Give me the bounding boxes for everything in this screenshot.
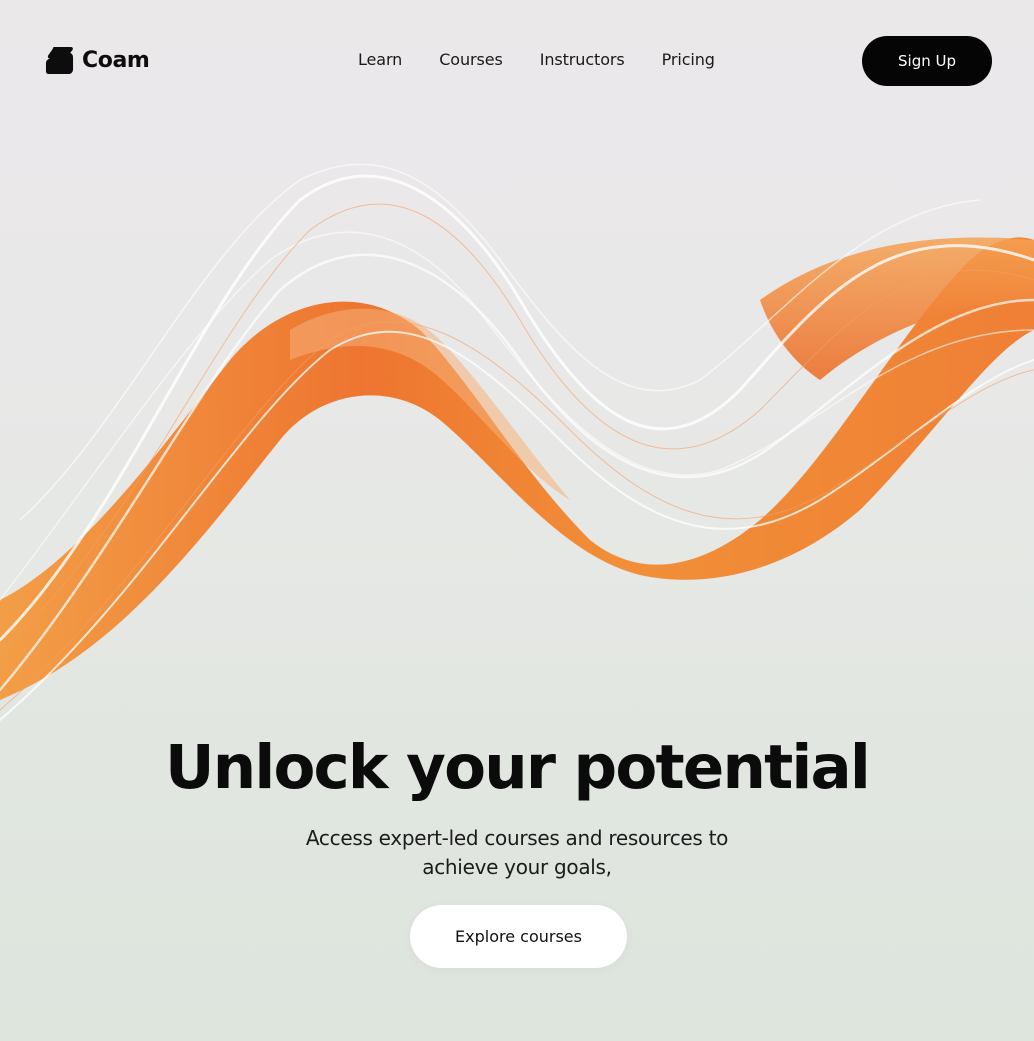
brand-logo[interactable]: Coam bbox=[45, 45, 150, 75]
hero-subtitle-line-1: Access expert-led courses and resources … bbox=[305, 826, 729, 850]
hero-ribbon-artwork bbox=[0, 163, 1034, 721]
landing-page: Coam Learn Courses Instructors Pricing S… bbox=[0, 0, 1034, 1041]
nav-learn[interactable]: Learn bbox=[358, 50, 402, 69]
main-nav: Learn Courses Instructors Pricing bbox=[358, 50, 715, 69]
hero-title: Unlock your potential bbox=[164, 732, 871, 803]
site-header: Coam Learn Courses Instructors Pricing S… bbox=[0, 0, 1034, 124]
nav-courses[interactable]: Courses bbox=[439, 50, 503, 69]
coam-logo-icon bbox=[45, 46, 74, 74]
hero-subtitle: Access expert-led courses and resources … bbox=[267, 824, 767, 882]
nav-pricing[interactable]: Pricing bbox=[662, 50, 715, 69]
nav-instructors[interactable]: Instructors bbox=[540, 50, 625, 69]
sign-up-button[interactable]: Sign Up bbox=[862, 36, 992, 86]
brand-name: Coam bbox=[82, 47, 150, 73]
hero-subtitle-line-2: achieve your goals, bbox=[422, 855, 612, 879]
explore-courses-button[interactable]: Explore courses bbox=[410, 905, 627, 968]
